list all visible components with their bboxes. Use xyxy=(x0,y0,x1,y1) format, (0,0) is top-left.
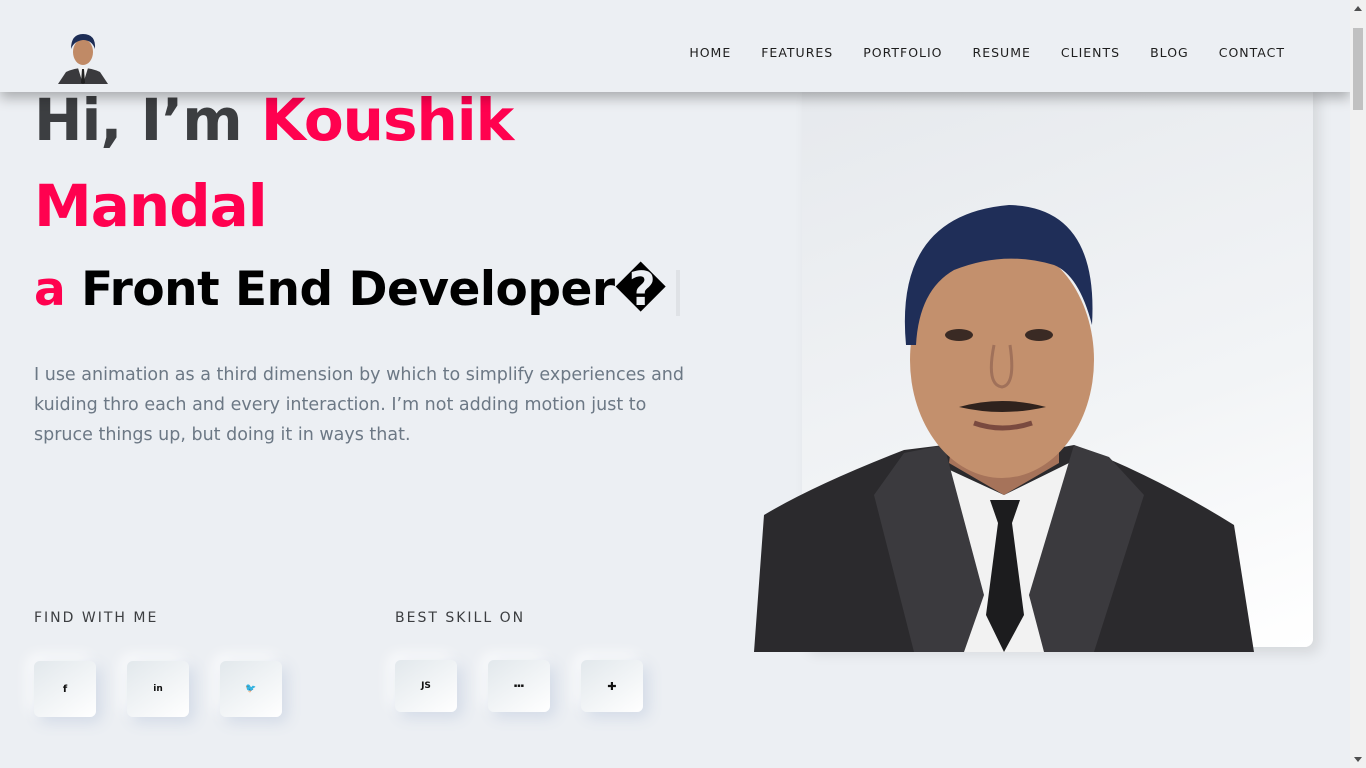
main-nav: HOME FEATURES PORTFOLIO RESUME CLIENTS B… xyxy=(659,45,1285,60)
typing-cursor xyxy=(676,269,681,316)
page-scrollbar[interactable] xyxy=(1350,0,1366,768)
linkedin-link[interactable]: in xyxy=(127,661,189,717)
nav-home[interactable]: HOME xyxy=(689,45,731,60)
figma-skill[interactable]: ✚ xyxy=(581,660,643,712)
javascript-skill[interactable]: JS xyxy=(395,660,457,712)
hero-greeting-line: Hi, I’m Koushik xyxy=(34,86,514,154)
site-header: HOME FEATURES PORTFOLIO RESUME CLIENTS B… xyxy=(0,0,1350,92)
hero-description: I use animation as a third dimension by … xyxy=(34,365,685,445)
best-skill-title: BEST SKILL ON xyxy=(395,610,526,626)
role-text: Front End Developer xyxy=(65,262,615,317)
scroll-up-arrow-icon[interactable] xyxy=(1354,6,1362,11)
last-name: Mandal xyxy=(34,172,268,240)
portrait-image xyxy=(754,205,1254,652)
greeting-text: Hi, I’m xyxy=(34,86,261,154)
find-with-me-title: FIND WITH ME xyxy=(34,610,159,626)
nav-features[interactable]: FEATURES xyxy=(761,45,833,60)
javascript-icon: JS xyxy=(421,681,431,691)
twitter-icon: 🐦 xyxy=(245,684,257,694)
nav-contact[interactable]: CONTACT xyxy=(1219,45,1285,60)
nav-clients[interactable]: CLIENTS xyxy=(1061,45,1120,60)
facebook-link[interactable]: f xyxy=(34,661,96,717)
nav-resume[interactable]: RESUME xyxy=(973,45,1031,60)
scroll-thumb[interactable] xyxy=(1353,28,1363,110)
avatar[interactable] xyxy=(56,28,110,84)
role-glyph: � xyxy=(614,262,667,317)
hero-role-line: a Front End Developer� xyxy=(34,262,681,317)
react-skill[interactable]: ▪▪▪ xyxy=(488,660,550,712)
figma-icon: ✚ xyxy=(607,679,617,693)
linkedin-icon: in xyxy=(153,684,163,694)
nav-blog[interactable]: BLOG xyxy=(1150,45,1189,60)
first-name: Koushik xyxy=(260,86,514,154)
react-icon: ▪▪▪ xyxy=(513,683,525,689)
facebook-icon: f xyxy=(62,683,68,695)
nav-portfolio[interactable]: PORTFOLIO xyxy=(863,45,942,60)
scroll-down-arrow-icon[interactable] xyxy=(1354,757,1362,762)
role-prefix: a xyxy=(34,262,66,317)
twitter-link[interactable]: 🐦 xyxy=(220,661,282,717)
